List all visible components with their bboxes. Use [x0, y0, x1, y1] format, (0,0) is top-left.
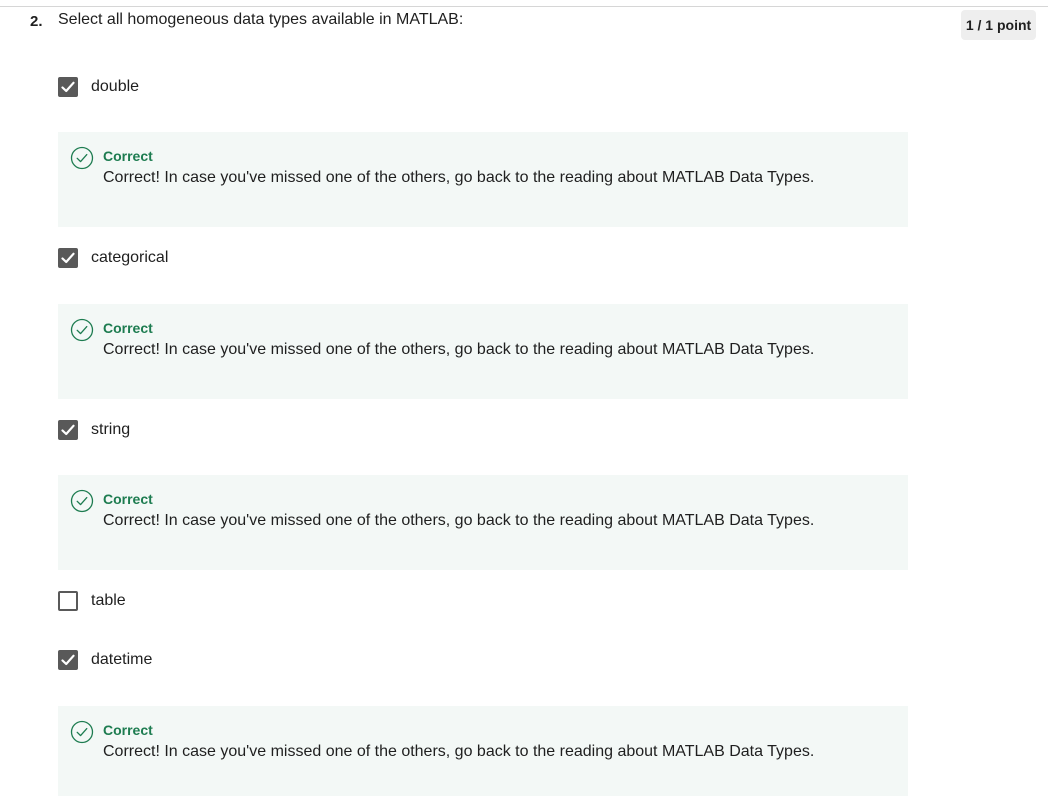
check-circle-icon — [70, 318, 94, 342]
checkmark-icon — [61, 424, 75, 436]
checkmark-icon — [61, 81, 75, 93]
feedback-title: Correct — [103, 148, 153, 164]
feedback-panel: Correct Correct! In case you've missed o… — [58, 304, 908, 399]
option-double[interactable]: double — [58, 76, 139, 98]
feedback-title: Correct — [103, 320, 153, 336]
option-string[interactable]: string — [58, 419, 130, 441]
option-label: datetime — [91, 651, 153, 668]
checkmark-icon — [61, 654, 75, 666]
check-circle-icon — [70, 720, 94, 744]
option-categorical[interactable]: categorical — [58, 247, 168, 269]
checkbox-checked[interactable] — [58, 248, 78, 268]
question-number: 2. — [30, 13, 43, 30]
option-datetime[interactable]: datetime — [58, 649, 152, 671]
question-text: Select all homogeneous data types availa… — [58, 11, 464, 28]
feedback-text: Correct! In case you've missed one of th… — [103, 341, 815, 358]
option-label: double — [91, 78, 140, 95]
feedback-title: Correct — [103, 491, 153, 507]
check-circle-icon — [70, 489, 94, 513]
feedback-panel: Correct Correct! In case you've missed o… — [58, 132, 908, 227]
score-badge: 1 / 1 point — [961, 10, 1036, 40]
feedback-text: Correct! In case you've missed one of th… — [103, 743, 815, 760]
feedback-panel: Correct Correct! In case you've missed o… — [58, 475, 908, 570]
feedback-text: Correct! In case you've missed one of th… — [103, 169, 815, 186]
checkbox-checked[interactable] — [58, 77, 78, 97]
checkbox-checked[interactable] — [58, 420, 78, 440]
feedback-title: Correct — [103, 722, 153, 738]
checkbox-unchecked[interactable] — [58, 591, 78, 611]
option-label: string — [91, 421, 131, 438]
top-divider — [0, 6, 1048, 7]
checkmark-icon — [61, 252, 75, 264]
option-label: table — [91, 592, 126, 609]
check-circle-icon — [70, 146, 94, 170]
feedback-text: Correct! In case you've missed one of th… — [103, 512, 815, 529]
feedback-panel: Correct Correct! In case you've missed o… — [58, 706, 908, 796]
checkbox-checked[interactable] — [58, 650, 78, 670]
option-table[interactable]: table — [58, 590, 126, 612]
option-label: categorical — [91, 249, 169, 266]
